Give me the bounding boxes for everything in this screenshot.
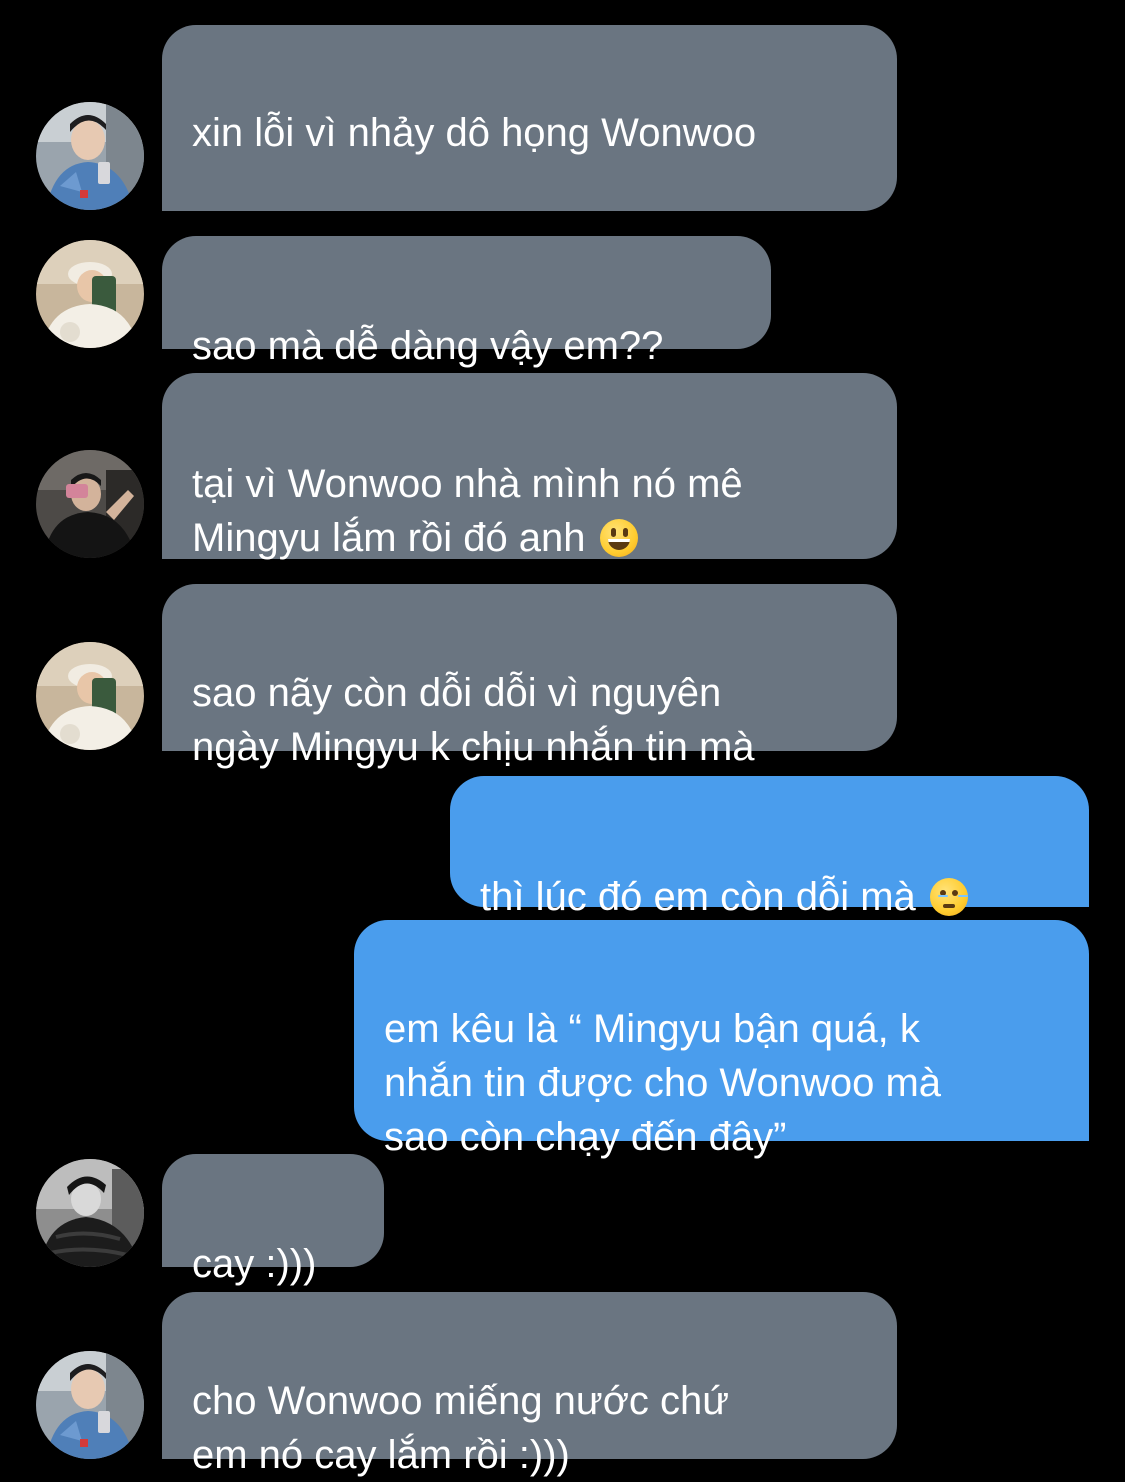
avatar[interactable] [36, 1159, 144, 1267]
message-text: thì lúc đó em còn dỗi mà [480, 875, 916, 919]
grinning-face-icon [599, 519, 638, 557]
message-text: sao mà dễ dàng vậy em?? [192, 324, 664, 368]
message-text: sao nãy còn dỗi dỗi vì nguyên ngày Mingy… [192, 671, 755, 769]
avatar[interactable] [36, 642, 144, 750]
message-text: xin lỗi vì nhảy dô họng Wonwoo [192, 111, 757, 155]
message-text: cay :))) [192, 1242, 317, 1286]
chat-thread[interactable]: xin lỗi vì nhảy dô họng Wonwoo sao mà dễ… [0, 0, 1125, 1477]
message-text: em kêu là “ Mingyu bận quá, k nhắn tin đ… [384, 1007, 942, 1159]
avatar[interactable] [36, 1351, 144, 1459]
avatar[interactable] [36, 240, 144, 348]
incoming-message-bubble[interactable]: xin lỗi vì nhảy dô họng Wonwoo [162, 25, 897, 316]
avatar[interactable] [36, 102, 144, 210]
message-text: cho Wonwoo miếng nước chứ em nó cay lắm … [192, 1379, 730, 1477]
outgoing-message-bubble[interactable]: thì lúc đó em còn dỗi mà [450, 776, 1089, 919]
incoming-message-bubble[interactable]: sao nãy còn dỗi dỗi vì nguyên ngày Mingy… [162, 584, 897, 769]
incoming-message-bubble[interactable]: cay :))) [162, 1154, 384, 1286]
incoming-message-bubble[interactable]: tại vì Wonwoo nhà mình nó mê Mingyu lắm … [162, 373, 897, 560]
face-holding-back-tears-icon [929, 878, 968, 916]
message-text: tại vì Wonwoo nhà mình nó mê Mingyu lắm … [192, 462, 743, 560]
incoming-message-bubble[interactable]: sao mà dễ dàng vậy em?? [162, 236, 771, 368]
incoming-message-bubble[interactable]: cho Wonwoo miếng nước chứ em nó cay lắm … [162, 1292, 897, 1477]
avatar[interactable] [36, 450, 144, 558]
outgoing-message-bubble[interactable]: em kêu là “ Mingyu bận quá, k nhắn tin đ… [354, 920, 1089, 1159]
